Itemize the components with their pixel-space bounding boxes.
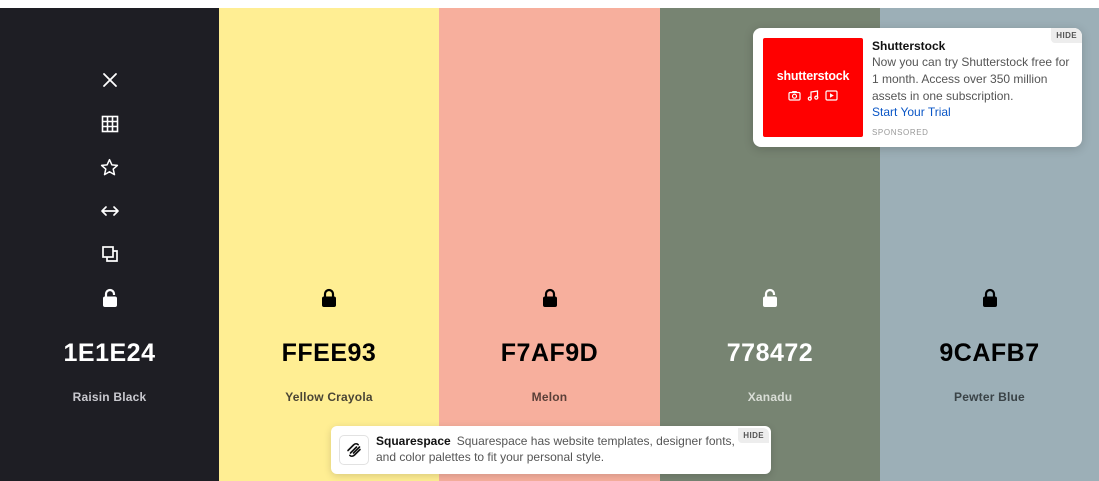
copy-icon[interactable]	[96, 240, 124, 268]
color-name: Pewter Blue	[954, 390, 1025, 404]
ad-title[interactable]: Squarespace	[376, 434, 451, 448]
shutterstock-logo: shutterstock	[776, 69, 850, 83]
sponsored-ad-card[interactable]: shutterstock Shutterstock Now you can tr…	[753, 28, 1082, 147]
color-swatch-1[interactable]: 1E1E24 Raisin Black	[0, 8, 219, 481]
camera-icon	[788, 88, 801, 106]
hide-ad-button[interactable]: HIDE	[738, 428, 769, 443]
color-name: Raisin Black	[72, 390, 147, 404]
color-swatch-3[interactable]: F7AF9D Melon	[439, 8, 660, 481]
color-name: Yellow Crayola	[285, 390, 373, 404]
hex-code[interactable]: 1E1E24	[0, 339, 219, 368]
lock-open-icon[interactable]	[98, 285, 122, 309]
squarespace-logo-icon	[339, 435, 369, 465]
close-icon[interactable]	[96, 66, 124, 94]
grid-icon[interactable]	[96, 110, 124, 138]
lock-open-icon[interactable]	[758, 285, 782, 309]
ad-text: Squarespace Squarespace has website templ…	[376, 434, 736, 465]
hex-code[interactable]: FFEE93	[219, 339, 439, 368]
ad-media-icons	[788, 88, 838, 106]
ad-description: Now you can try Shutterstock free for 1 …	[872, 55, 1070, 103]
color-name: Melon	[531, 390, 568, 404]
swatch-toolbar	[0, 66, 219, 284]
sponsored-label: SPONSORED	[872, 128, 929, 137]
hide-ad-button[interactable]: HIDE	[1051, 28, 1082, 43]
ad-title[interactable]: Shutterstock	[872, 39, 945, 53]
bottom-ad-banner[interactable]: Squarespace Squarespace has website templ…	[331, 426, 771, 474]
music-note-icon	[807, 88, 819, 106]
lock-closed-icon[interactable]	[978, 285, 1002, 309]
color-name: Xanadu	[747, 390, 793, 404]
star-icon[interactable]	[96, 153, 124, 181]
start-trial-link[interactable]: Start Your Trial	[872, 105, 951, 119]
hex-code[interactable]: F7AF9D	[439, 339, 660, 368]
video-play-icon	[825, 88, 838, 106]
ad-thumbnail[interactable]: shutterstock	[763, 38, 863, 137]
lock-closed-icon[interactable]	[317, 285, 341, 309]
lock-closed-icon[interactable]	[538, 285, 562, 309]
color-swatch-2[interactable]: FFEE93 Yellow Crayola	[219, 8, 439, 481]
hex-code[interactable]: 778472	[660, 339, 880, 368]
arrows-horizontal-icon[interactable]	[96, 197, 124, 225]
hex-code[interactable]: 9CAFB7	[880, 339, 1099, 368]
